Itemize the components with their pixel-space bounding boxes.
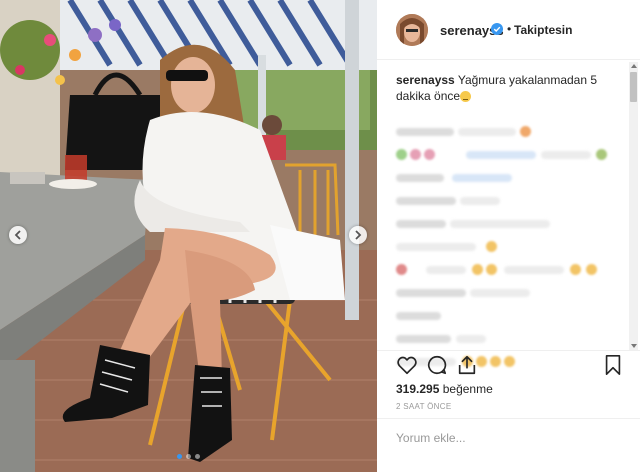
scrollbar-thumb[interactable] <box>630 72 637 102</box>
likes-count[interactable]: 319.295 beğenme <box>396 382 493 396</box>
separator-dot: • <box>507 22 512 36</box>
post-header: serenayss • Takiptesin <box>377 0 640 60</box>
likes-label: beğenme <box>442 382 493 396</box>
list-item <box>396 191 624 211</box>
carousel-dot <box>177 454 182 459</box>
carousel-dot <box>186 454 191 459</box>
comments-scrollbar[interactable] <box>629 62 638 350</box>
heart-icon[interactable] <box>396 354 418 376</box>
list-item <box>396 214 624 234</box>
divider <box>377 350 640 351</box>
list-item <box>396 168 624 188</box>
carousel-prev-button[interactable] <box>9 226 27 244</box>
list-item <box>396 237 624 257</box>
list-item <box>396 260 624 280</box>
post-photo[interactable] <box>0 0 377 472</box>
divider <box>377 418 640 419</box>
post-caption: serenayss Yağmura yakalanmadan 5 dakika … <box>396 72 624 104</box>
list-item <box>396 306 624 326</box>
caption-username[interactable]: serenayss <box>396 73 455 87</box>
smile-emoji-icon <box>460 91 472 102</box>
post-side-panel: serenayss • Takiptesin serenayss Yağmura… <box>377 0 640 472</box>
list-item <box>396 329 624 349</box>
chevron-right-icon <box>355 230 362 240</box>
carousel-dot <box>195 454 200 459</box>
post-actions <box>396 352 624 376</box>
scroll-up-arrow-icon[interactable] <box>631 64 637 68</box>
post-timestamp[interactable]: 2 SAAT ÖNCE <box>396 402 451 411</box>
follow-status-button[interactable]: Takiptesin <box>514 23 572 37</box>
list-item <box>396 283 624 303</box>
comments-list <box>396 122 624 375</box>
chevron-left-icon <box>14 230 21 240</box>
carousel-next-button[interactable] <box>349 226 367 244</box>
list-item <box>396 122 624 142</box>
avatar-image <box>396 14 428 46</box>
post-photo-illustration <box>0 0 377 472</box>
bookmark-icon[interactable] <box>602 354 624 376</box>
share-icon[interactable] <box>456 354 478 376</box>
avatar[interactable] <box>396 14 428 46</box>
comment-icon[interactable] <box>426 354 448 376</box>
likes-value: 319.295 <box>396 382 440 396</box>
add-comment-input[interactable] <box>396 425 624 451</box>
verified-badge-icon <box>491 23 503 35</box>
list-item <box>396 145 624 165</box>
carousel-indicator <box>0 454 377 459</box>
scroll-down-arrow-icon[interactable] <box>631 344 637 348</box>
